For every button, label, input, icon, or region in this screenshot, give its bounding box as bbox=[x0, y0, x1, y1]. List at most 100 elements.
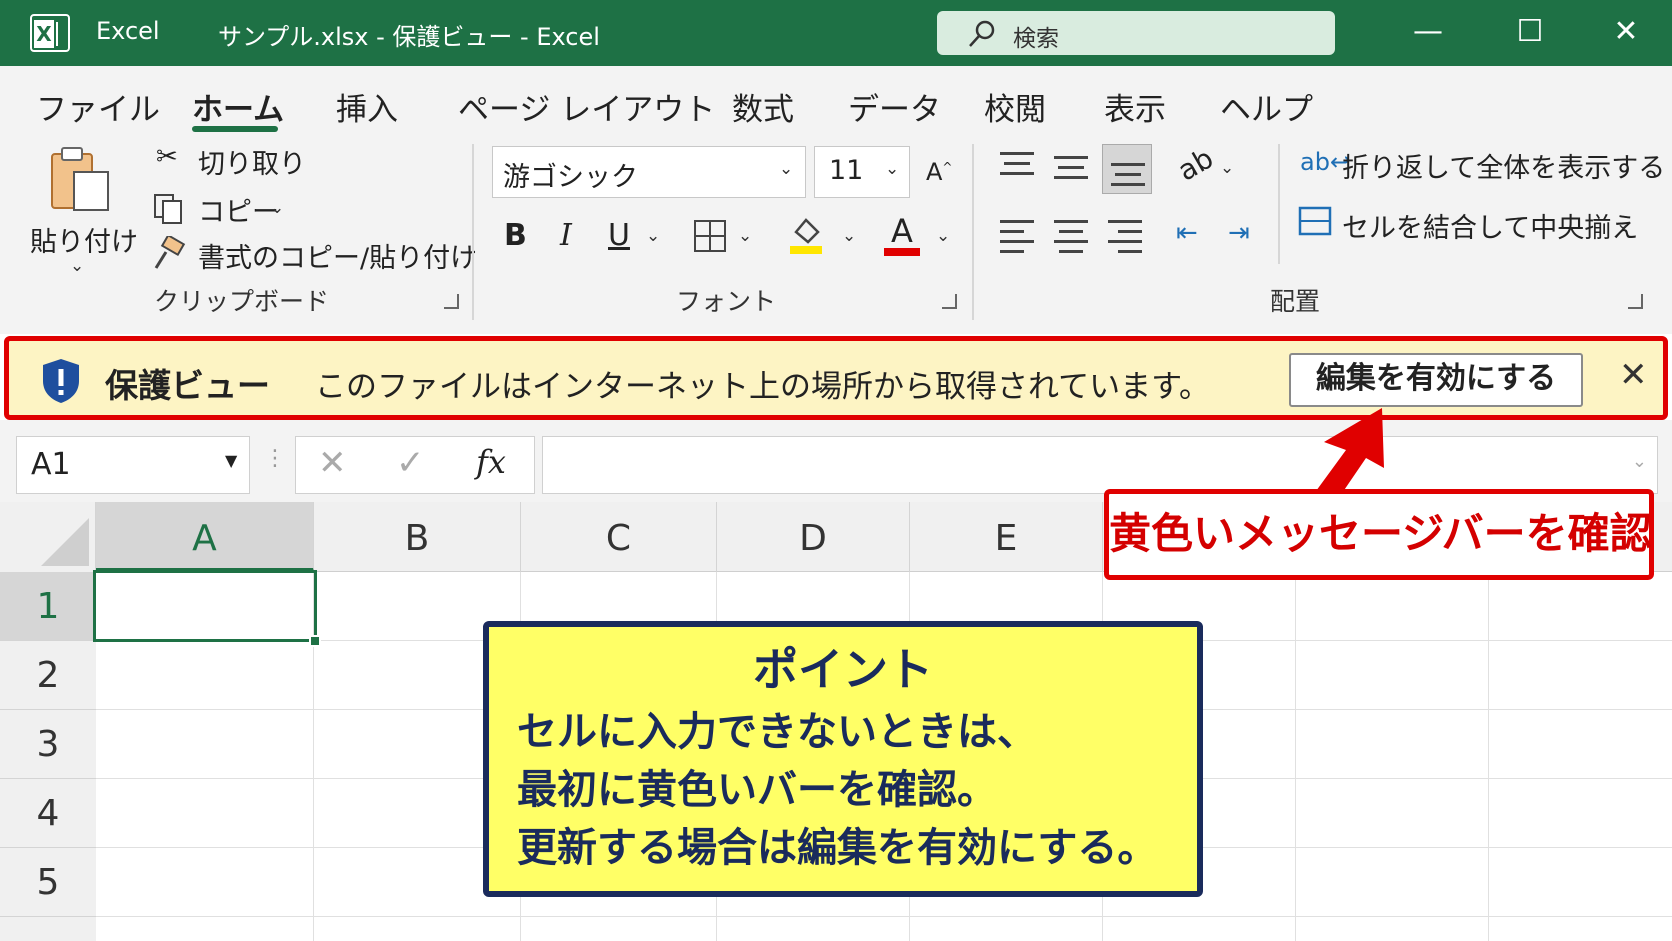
maximize-button[interactable]: ☐ bbox=[1500, 10, 1560, 54]
borders-chevron-icon[interactable]: ⌄ bbox=[738, 226, 752, 246]
align-center-icon[interactable] bbox=[1054, 220, 1088, 253]
format-painter-icon[interactable] bbox=[150, 236, 186, 272]
close-window-button[interactable]: ✕ bbox=[1596, 10, 1656, 54]
row-header-3[interactable]: 3 bbox=[0, 710, 96, 779]
search-placeholder: 検索 bbox=[1013, 26, 1059, 52]
enter-formula-button[interactable]: ✓ bbox=[396, 443, 425, 483]
copy-label[interactable]: コピー bbox=[198, 190, 279, 229]
row-header-5[interactable]: 5 bbox=[0, 848, 96, 917]
close-message-bar-button[interactable]: ✕ bbox=[1619, 355, 1648, 395]
align-left-icon[interactable] bbox=[1000, 220, 1034, 253]
fill-color-icon[interactable] bbox=[788, 212, 824, 256]
paste-chevron-icon[interactable]: ⌄ bbox=[70, 256, 84, 276]
column-header-d[interactable]: D bbox=[717, 502, 910, 572]
ribbon-separator bbox=[472, 144, 474, 320]
shield-icon bbox=[43, 359, 79, 403]
align-right-icon[interactable] bbox=[1108, 220, 1142, 253]
alignment-launcher-icon[interactable] bbox=[1628, 294, 1643, 309]
paste-icon[interactable] bbox=[46, 144, 116, 214]
merge-chevron-icon[interactable]: ⌄ bbox=[1616, 214, 1630, 234]
more-options-icon[interactable]: ⋮ bbox=[264, 446, 286, 471]
ribbon: 貼り付け ⌄ ✂ 切り取り コピー ⌄ 書式のコピー/貼り付け クリップボード … bbox=[0, 134, 1672, 334]
decrease-indent-icon[interactable]: ⇤ bbox=[1176, 218, 1198, 248]
search-icon bbox=[969, 20, 995, 47]
tab-review[interactable]: 校閲 bbox=[984, 84, 1046, 129]
font-launcher-icon[interactable] bbox=[942, 294, 957, 309]
tab-help[interactable]: ヘルプ bbox=[1220, 84, 1313, 129]
increase-indent-icon[interactable]: ⇥ bbox=[1228, 218, 1250, 248]
cut-icon[interactable]: ✂ bbox=[156, 142, 178, 172]
expand-formula-icon[interactable]: ⌄ bbox=[1632, 451, 1647, 472]
font-name-value: 游ゴシック bbox=[503, 162, 638, 193]
italic-button[interactable]: I bbox=[560, 218, 572, 253]
insert-function-button[interactable]: fx bbox=[476, 443, 506, 481]
merge-center-label[interactable]: セルを結合して中央揃え bbox=[1342, 206, 1638, 245]
clipboard-launcher-icon[interactable] bbox=[444, 294, 459, 309]
point-title: ポイント bbox=[752, 643, 933, 696]
tab-file[interactable]: ファイル bbox=[36, 84, 160, 129]
copy-icon[interactable] bbox=[152, 192, 186, 226]
cut-label[interactable]: 切り取り bbox=[198, 142, 306, 181]
merge-center-icon[interactable] bbox=[1298, 204, 1332, 238]
tab-home[interactable]: ホーム bbox=[192, 84, 284, 129]
underline-chevron-icon[interactable]: ⌄ bbox=[646, 226, 660, 246]
wrap-text-label[interactable]: 折り返して全体を表示する bbox=[1342, 146, 1665, 185]
app-name: Excel bbox=[96, 17, 160, 45]
column-header-e[interactable]: E bbox=[910, 502, 1103, 572]
formula-input[interactable]: ⌄ bbox=[542, 436, 1658, 494]
protected-view-message: このファイルはインターネット上の場所から取得されています。 bbox=[315, 369, 1210, 405]
row-header-next bbox=[0, 917, 96, 941]
tab-view[interactable]: 表示 bbox=[1104, 84, 1166, 129]
name-box[interactable]: A1 ▼ bbox=[16, 436, 250, 494]
column-header-a[interactable]: A bbox=[96, 502, 314, 572]
tab-page-layout[interactable]: ページ レイアウト bbox=[458, 84, 715, 129]
tab-data[interactable]: データ bbox=[848, 84, 941, 129]
paste-label[interactable]: 貼り付け bbox=[30, 220, 138, 259]
tab-formulas[interactable]: 数式 bbox=[732, 84, 794, 129]
borders-icon[interactable] bbox=[692, 218, 728, 254]
excel-window: X Excel サンプル.xlsx - 保護ビュー - Excel 検索 — ☐… bbox=[0, 0, 1672, 941]
column-header-b[interactable]: B bbox=[314, 502, 521, 572]
tab-insert[interactable]: 挿入 bbox=[336, 84, 398, 129]
point-line-1: セルに入力できないときは、 bbox=[517, 709, 1037, 755]
font-size-value: 11 bbox=[829, 155, 864, 186]
cancel-formula-button[interactable]: ✕ bbox=[318, 443, 347, 483]
minimize-button[interactable]: — bbox=[1398, 10, 1458, 54]
copy-chevron-icon[interactable]: ⌄ bbox=[270, 198, 284, 218]
enable-editing-button[interactable]: 編集を有効にする bbox=[1289, 353, 1583, 407]
underline-button[interactable]: U bbox=[608, 218, 630, 253]
font-color-letter: A bbox=[891, 212, 913, 250]
row-header-4[interactable]: 4 bbox=[0, 779, 96, 848]
selected-cell-a1[interactable] bbox=[93, 570, 317, 642]
chevron-down-icon: ▼ bbox=[225, 451, 238, 470]
chevron-down-icon: ⌄ bbox=[779, 159, 794, 179]
title-bar: X Excel サンプル.xlsx - 保護ビュー - Excel 検索 — ☐… bbox=[0, 0, 1672, 66]
select-all-button[interactable] bbox=[0, 502, 96, 572]
font-name-dropdown[interactable]: 游ゴシック ⌄ bbox=[492, 146, 806, 198]
align-bottom-button[interactable] bbox=[1102, 144, 1152, 194]
font-color-chevron-icon[interactable]: ⌄ bbox=[936, 226, 950, 246]
orientation-icon[interactable]: ab bbox=[1172, 141, 1219, 187]
chevron-down-icon: ⌄ bbox=[885, 159, 900, 179]
orientation-chevron-icon[interactable]: ⌄ bbox=[1220, 158, 1234, 178]
point-line-3: 更新する場合は編集を有効にする。 bbox=[517, 825, 1158, 871]
alignment-group-label: 配置 bbox=[1270, 287, 1321, 316]
format-painter-label[interactable]: 書式のコピー/貼り付け bbox=[198, 236, 477, 275]
point-note: ポイント セルに入力できないときは、 最初に黄色いバーを確認。 更新する場合は編… bbox=[483, 621, 1203, 897]
ribbon-separator bbox=[1278, 144, 1280, 264]
font-color-icon[interactable]: A bbox=[884, 212, 920, 256]
document-title: サンプル.xlsx - 保護ビュー - Excel bbox=[218, 23, 600, 51]
fill-color-chevron-icon[interactable]: ⌄ bbox=[842, 226, 856, 246]
font-size-dropdown[interactable]: 11 ⌄ bbox=[814, 146, 910, 198]
row-header-1[interactable]: 1 bbox=[0, 572, 96, 641]
column-header-c[interactable]: C bbox=[521, 502, 717, 572]
align-middle-icon[interactable] bbox=[1054, 156, 1088, 180]
point-line-2: 最初に黄色いバーを確認。 bbox=[517, 767, 997, 813]
formula-buttons: ✕ ✓ fx bbox=[295, 436, 535, 494]
search-box[interactable]: 検索 bbox=[937, 11, 1335, 55]
row-header-2[interactable]: 2 bbox=[0, 641, 96, 710]
grow-font-icon[interactable]: A^ bbox=[926, 158, 952, 186]
fill-handle[interactable] bbox=[309, 635, 321, 647]
bold-button[interactable]: B bbox=[504, 218, 527, 253]
align-top-icon[interactable] bbox=[1000, 152, 1034, 176]
